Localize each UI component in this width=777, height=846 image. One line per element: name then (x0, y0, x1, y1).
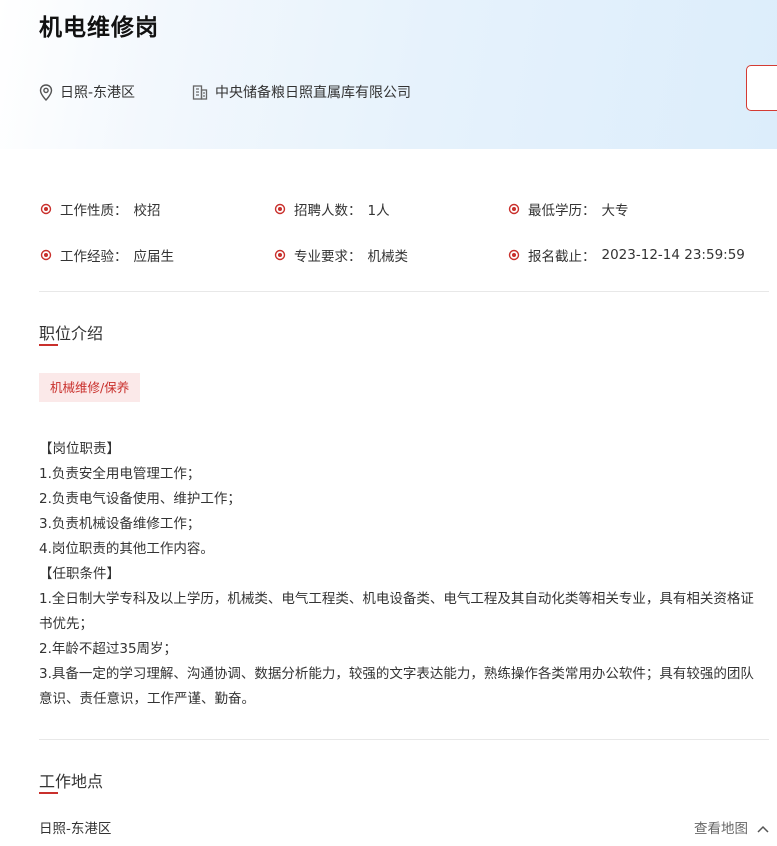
info-label: 工作经验： (60, 249, 128, 265)
info-item-major: 专业要求： 机械类 (273, 244, 408, 266)
info-label: 最低学历： (528, 203, 596, 219)
job-company: 中央储备粮日照直属库有限公司 (192, 82, 411, 102)
building-icon (192, 84, 208, 100)
info-label: 工作性质： (60, 203, 128, 219)
job-category-tag: 机械维修/保养 (39, 373, 141, 402)
work-address: 日照-东港区 (39, 821, 112, 837)
desc-line: 4.岗位职责的其他工作内容。 (39, 541, 214, 557)
view-map-link[interactable]: 查看地图 (694, 818, 769, 840)
job-header: 机电维修岗 日照-东港区 中央储备粮日照直属库有限公司 (0, 0, 777, 149)
location-text: 日照-东港区 (60, 85, 136, 101)
info-item-education: 最低学历： 大专 (507, 198, 629, 220)
bullet-dot-icon (274, 203, 286, 215)
apply-button[interactable] (746, 65, 777, 111)
desc-line: 3.具备一定的学习理解、沟通协调、数据分析能力，较强的文字表达能力，熟练操作各类… (39, 666, 754, 707)
map-pin-icon (39, 83, 53, 101)
section-underline (39, 344, 58, 346)
desc-line: 1.全日制大学专科及以上学历，机械类、电气工程类、机电设备类、电气工程及其自动化… (39, 591, 754, 632)
section-title-intro: 职位介绍 (39, 324, 104, 343)
bullet-dot-icon (40, 249, 52, 261)
divider (39, 291, 769, 292)
info-item-headcount: 招聘人数： 1人 (273, 198, 390, 220)
info-item-experience: 工作经验： 应届生 (39, 244, 174, 266)
info-value: 大专 (601, 203, 629, 219)
info-value: 1人 (367, 203, 390, 219)
info-label: 专业要求： (294, 249, 362, 265)
bullet-dot-icon (508, 203, 520, 215)
bullet-dot-icon (274, 249, 286, 261)
info-label: 报名截止： (528, 249, 596, 265)
desc-line: 【岗位职责】 (39, 441, 120, 457)
desc-line: 【任职条件】 (39, 566, 120, 582)
view-map-label[interactable]: 查看地图 (694, 818, 748, 840)
info-label: 招聘人数： (294, 203, 362, 219)
info-value: 机械类 (367, 249, 409, 265)
bullet-dot-icon (508, 249, 520, 261)
desc-line: 3.负责机械设备维修工作； (39, 516, 201, 532)
job-description: 【岗位职责】 1.负责安全用电管理工作； 2.负责电气设备使用、维护工作； 3.… (39, 437, 765, 712)
desc-line: 1.负责安全用电管理工作； (39, 466, 201, 482)
info-value: 应届生 (133, 249, 175, 265)
info-value: 2023-12-14 23:59:59 (601, 247, 745, 263)
section-title-location: 工作地点 (39, 772, 104, 791)
info-value: 校招 (133, 203, 161, 219)
section-underline (39, 792, 58, 794)
desc-line: 2.年龄不超过35周岁； (39, 641, 178, 657)
info-item-nature: 工作性质： 校招 (39, 198, 161, 220)
divider (39, 739, 769, 740)
info-item-deadline: 报名截止： 2023-12-14 23:59:59 (507, 244, 745, 266)
chevron-up-icon[interactable] (757, 825, 769, 833)
desc-line: 2.负责电气设备使用、维护工作； (39, 491, 241, 507)
job-location: 日照-东港区 (39, 82, 135, 102)
bullet-dot-icon (40, 203, 52, 215)
company-name[interactable]: 中央储备粮日照直属库有限公司 (215, 82, 411, 102)
job-title: 机电维修岗 (39, 15, 159, 41)
